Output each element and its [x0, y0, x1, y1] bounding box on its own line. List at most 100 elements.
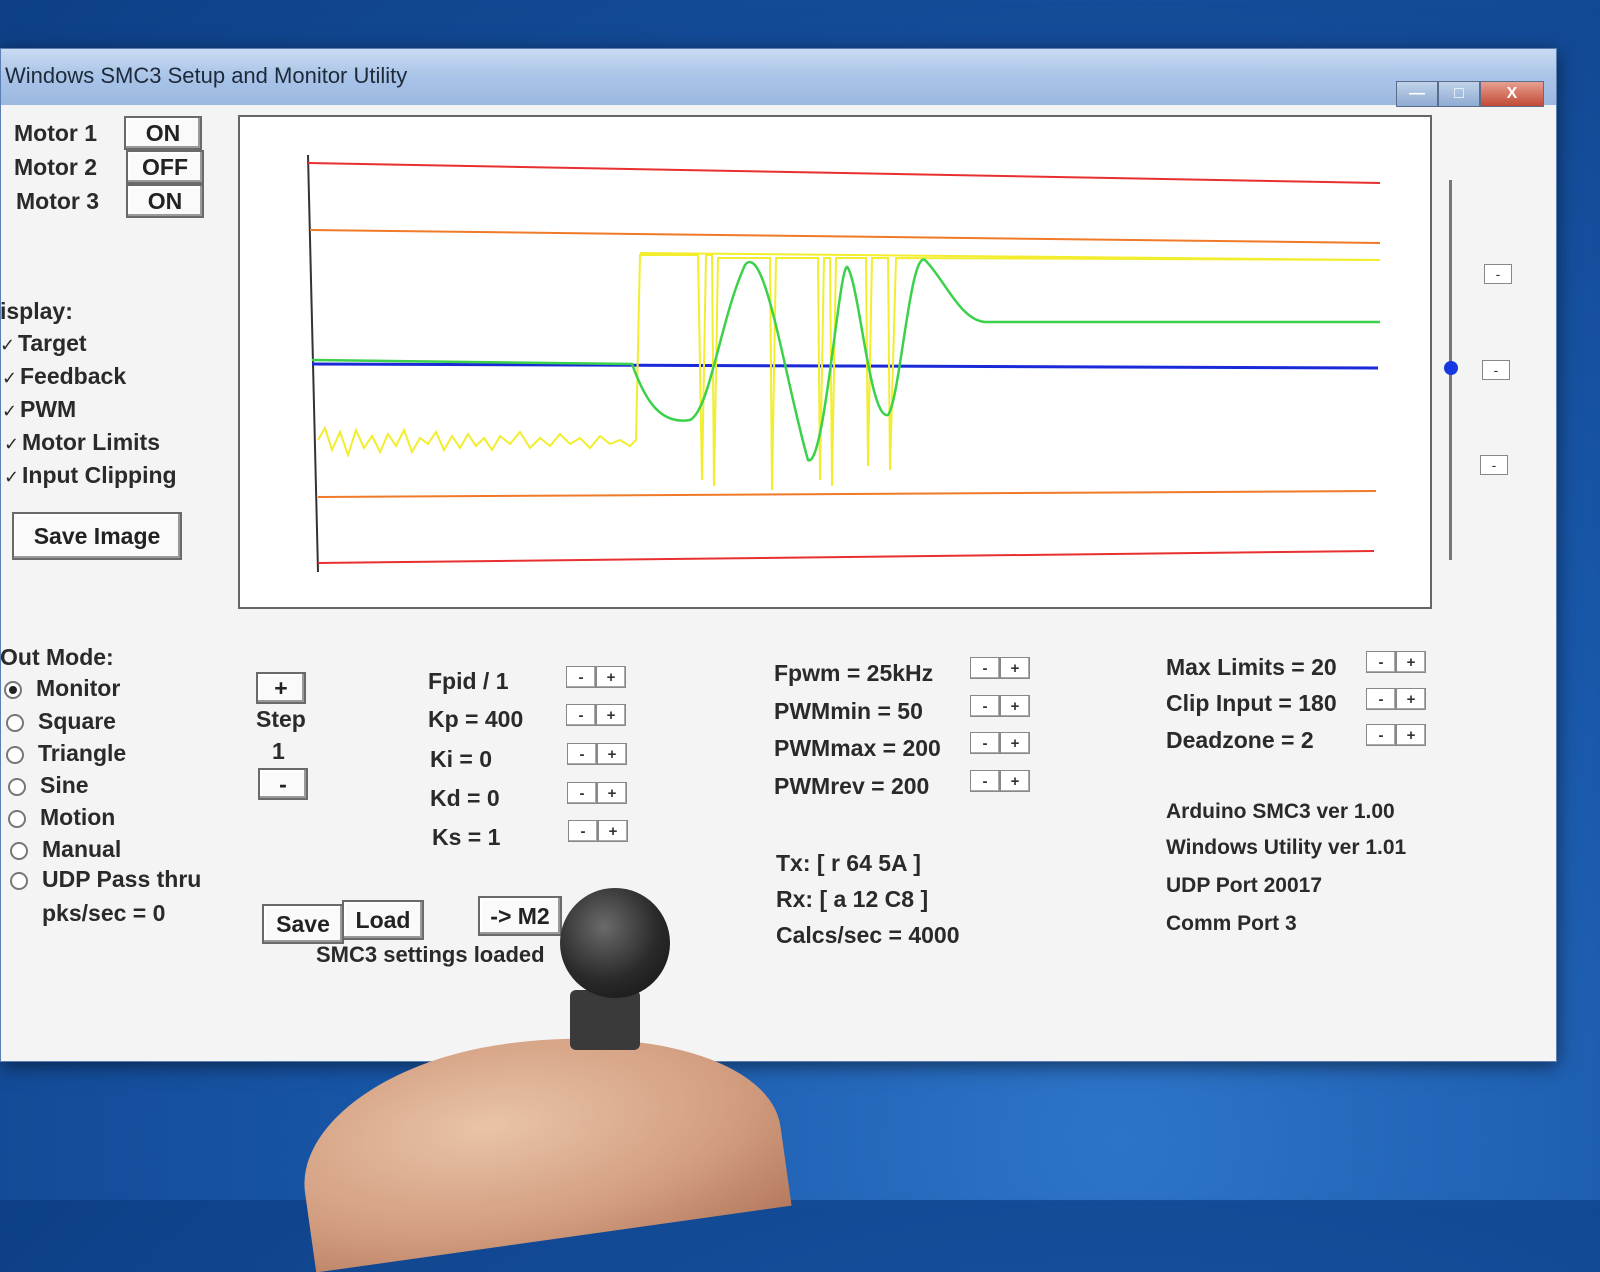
pwmmax-label: PWMmax = 200	[774, 735, 941, 761]
deadzone-label: Deadzone = 2	[1166, 727, 1314, 753]
minus-button[interactable]: -	[1366, 688, 1396, 710]
copy-to-m2-button[interactable]: -> M2	[478, 896, 562, 936]
chart-side-minus-1[interactable]: -	[1484, 264, 1512, 284]
minus-button[interactable]: -	[1366, 724, 1396, 746]
arduino-version: Arduino SMC3 ver 1.00	[1166, 800, 1395, 823]
radio-square-label: Square	[38, 708, 116, 734]
tx-readout: Tx: [ r 64 5A ]	[776, 850, 921, 876]
scale-slider-thumb[interactable]	[1444, 361, 1458, 375]
radio-manual[interactable]: Manual	[10, 836, 121, 863]
step-label: Step	[256, 706, 306, 732]
fpwm-stepper: - +	[970, 657, 1030, 679]
kd-stepper: - +	[567, 782, 627, 804]
plus-button[interactable]: +	[1000, 770, 1030, 792]
kd-label: Kd = 0	[430, 785, 500, 811]
input-clip-lower-line	[317, 550, 1375, 564]
radio-triangle[interactable]: Triangle	[6, 740, 126, 767]
radio-dot-icon	[10, 871, 28, 890]
input-clip-upper-line	[307, 162, 1381, 184]
radio-dot-icon	[8, 809, 26, 828]
plus-button[interactable]: +	[1000, 695, 1030, 717]
pwmrev-label: PWMrev = 200	[774, 773, 930, 799]
deadzone-stepper: - +	[1366, 724, 1426, 746]
minus-button[interactable]: -	[1366, 651, 1396, 673]
radio-triangle-label: Triangle	[38, 740, 127, 766]
plus-button[interactable]: +	[596, 666, 626, 688]
fpwm-label: Fpwm = 25kHz	[774, 660, 934, 686]
motor-limit-lower-line	[317, 490, 1377, 498]
pwmmin-label: PWMmin = 50	[774, 698, 923, 724]
feedback-trace	[311, 258, 1380, 462]
plus-button[interactable]: +	[1396, 724, 1426, 746]
out-mode-heading: Out Mode:	[0, 644, 114, 670]
pwmmax-stepper: - +	[970, 732, 1030, 754]
radio-motion[interactable]: Motion	[8, 804, 115, 831]
pwmmin-stepper: - +	[970, 695, 1030, 717]
fpid-label: Fpid / 1	[428, 668, 509, 694]
radio-dot-icon	[6, 713, 24, 732]
radio-sine[interactable]: Sine	[8, 772, 89, 799]
radio-dot-icon	[10, 841, 28, 860]
ks-label: Ks = 1	[432, 824, 501, 850]
plus-button[interactable]: +	[1000, 657, 1030, 679]
fpid-stepper: - +	[566, 666, 626, 688]
status-message: SMC3 settings loaded	[316, 942, 545, 967]
plus-button[interactable]: +	[1000, 732, 1030, 754]
plus-button[interactable]: +	[597, 782, 627, 804]
chart-side-minus-2[interactable]: -	[1482, 360, 1510, 380]
minus-button[interactable]: -	[566, 704, 596, 726]
radio-sine-label: Sine	[40, 772, 89, 798]
minus-button[interactable]: -	[970, 732, 1000, 754]
minus-button[interactable]: -	[566, 666, 596, 688]
target-line	[311, 362, 1379, 370]
radio-dot-selected-icon	[4, 680, 22, 699]
minus-button[interactable]: -	[567, 743, 597, 765]
plus-button[interactable]: +	[596, 704, 626, 726]
step-plus-button[interactable]: +	[256, 672, 306, 704]
minus-button[interactable]: -	[970, 770, 1000, 792]
pwm-trace	[317, 254, 1381, 491]
max-limits-stepper: - +	[1366, 651, 1426, 673]
radio-manual-label: Manual	[42, 836, 122, 862]
minus-button[interactable]: -	[568, 820, 598, 842]
pwmrev-stepper: - +	[970, 770, 1030, 792]
radio-dot-icon	[6, 745, 24, 764]
minus-button[interactable]: -	[567, 782, 597, 804]
step-minus-button[interactable]: -	[258, 768, 308, 800]
chart-side-minus-3[interactable]: -	[1480, 455, 1508, 475]
plus-button[interactable]: +	[598, 820, 628, 842]
potentiometer-knob	[560, 888, 670, 998]
radio-square[interactable]: Square	[6, 708, 116, 735]
udp-port: UDP Port 20017	[1166, 874, 1323, 897]
minus-button[interactable]: -	[970, 695, 1000, 717]
potentiometer-base	[570, 990, 640, 1050]
monitor-chart	[307, 154, 1381, 573]
ks-stepper: - +	[568, 820, 628, 842]
load-settings-button[interactable]: Load	[342, 900, 424, 940]
kp-label: Kp = 400	[428, 706, 524, 732]
calcs-readout: Calcs/sec = 4000	[776, 922, 960, 948]
ki-label: Ki = 0	[430, 746, 493, 772]
rx-readout: Rx: [ a 12 C8 ]	[776, 886, 929, 912]
comm-port: Comm Port 3	[1166, 912, 1297, 935]
radio-dot-icon	[8, 777, 26, 796]
clip-input-stepper: - +	[1366, 688, 1426, 710]
radio-udp-pass-thru-label: UDP Pass thru	[42, 866, 202, 892]
plus-button[interactable]: +	[1396, 688, 1426, 710]
utility-version: Windows Utility ver 1.01	[1166, 836, 1407, 859]
ki-stepper: - +	[567, 743, 627, 765]
save-settings-button[interactable]: Save	[262, 904, 344, 944]
radio-monitor[interactable]: Monitor	[4, 675, 120, 702]
minus-button[interactable]: -	[970, 657, 1000, 679]
plus-button[interactable]: +	[1396, 651, 1426, 673]
step-value: 1	[272, 738, 285, 764]
kp-stepper: - +	[566, 704, 626, 726]
plus-button[interactable]: +	[597, 743, 627, 765]
clip-input-label: Clip Input = 180	[1166, 690, 1337, 716]
pks-per-sec: pks/sec = 0	[42, 900, 166, 926]
radio-udp-pass-thru[interactable]: UDP Pass thru	[10, 866, 201, 893]
motor-limit-upper-line	[309, 229, 1381, 244]
radio-motion-label: Motion	[40, 804, 116, 830]
radio-monitor-label: Monitor	[36, 675, 121, 701]
max-limits-label: Max Limits = 20	[1166, 654, 1337, 680]
